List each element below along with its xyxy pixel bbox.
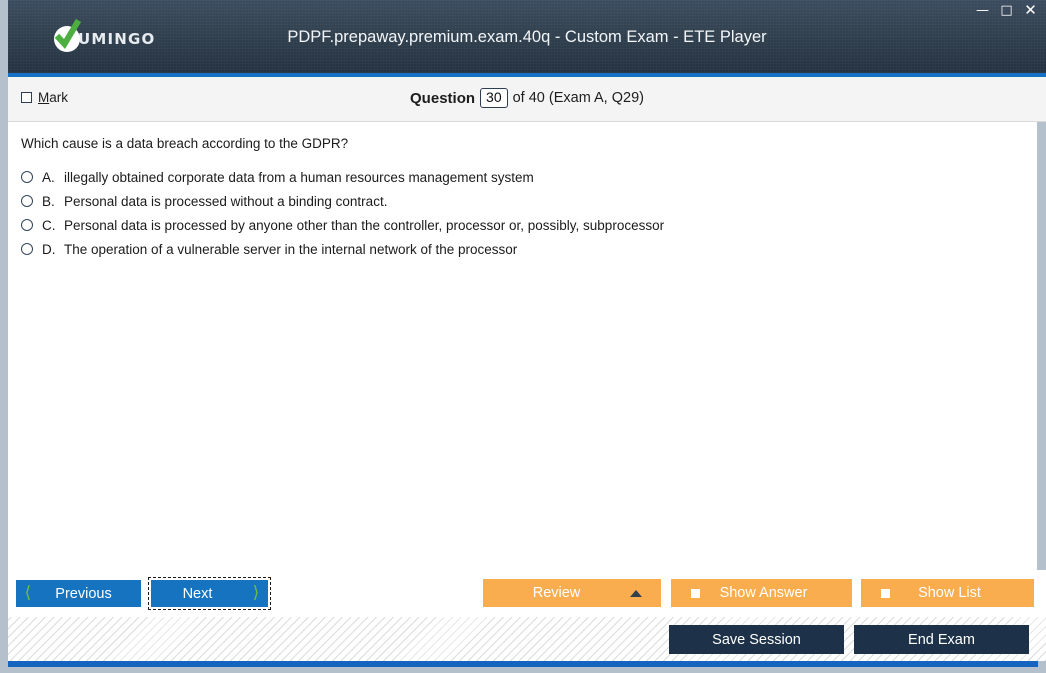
question-header-bar: Mark Question 30 of 40 (Exam A, Q29) xyxy=(8,77,1046,122)
option-letter: B. xyxy=(42,193,55,209)
window-title: PDPF.prepaway.premium.exam.40q - Custom … xyxy=(287,28,767,46)
answer-option[interactable]: A. illegally obtained corporate data fro… xyxy=(21,165,1001,189)
app-window: UMINGO PDPF.prepaway.premium.exam.40q - … xyxy=(0,0,1046,673)
logo-text: UMINGO xyxy=(78,30,156,48)
option-letter: A. xyxy=(42,169,55,185)
close-icon[interactable]: ✕ xyxy=(1023,3,1038,18)
minimize-icon[interactable]: — xyxy=(975,4,990,17)
chevron-left-icon: ⟨ xyxy=(24,583,32,603)
question-total-label: of 40 (Exam A, Q29) xyxy=(512,90,644,106)
option-letter: C. xyxy=(42,217,56,233)
action-bar: ⟨ Previous Next ⟩ Review Show Answer Sho… xyxy=(8,570,1046,617)
question-content-pane: Which cause is a data breach according t… xyxy=(8,122,1037,570)
answer-radio[interactable] xyxy=(21,243,33,255)
question-number-input[interactable]: 30 xyxy=(480,88,508,108)
answer-radio[interactable] xyxy=(21,195,33,207)
show-answer-button[interactable]: Show Answer xyxy=(671,579,852,607)
option-text: Personal data is processed by anyone oth… xyxy=(64,217,665,233)
content-right-gutter xyxy=(1037,122,1046,570)
show-answer-button-label: Show Answer xyxy=(719,585,808,601)
status-bar: Save Session End Exam xyxy=(8,617,1046,661)
chevron-right-icon: ⟩ xyxy=(252,583,260,603)
app-logo: UMINGO xyxy=(54,19,156,54)
review-button-label: Review xyxy=(532,585,581,601)
end-exam-button-label: End Exam xyxy=(908,631,975,648)
title-bar: UMINGO PDPF.prepaway.premium.exam.40q - … xyxy=(8,0,1046,73)
bottom-accent-bar xyxy=(8,661,1038,667)
question-counter: Question 30 of 40 (Exam A, Q29) xyxy=(8,88,1046,108)
question-stem: Which cause is a data breach according t… xyxy=(21,136,349,151)
option-text: illegally obtained corporate data from a… xyxy=(64,169,534,185)
option-letter: D. xyxy=(42,241,56,257)
next-button[interactable]: Next ⟩ xyxy=(148,577,271,610)
answer-option[interactable]: D. The operation of a vulnerable server … xyxy=(21,237,1001,261)
list-square-icon xyxy=(880,587,891,599)
save-session-button-label: Save Session xyxy=(712,631,801,648)
show-list-button-label: Show List xyxy=(918,585,981,601)
review-button[interactable]: Review xyxy=(483,579,661,607)
question-word-label: Question xyxy=(410,89,476,107)
option-text: Personal data is processed without a bin… xyxy=(64,193,388,209)
answer-options-list: A. illegally obtained corporate data fro… xyxy=(21,165,1001,261)
previous-button-label: Previous xyxy=(55,585,112,602)
answer-radio[interactable] xyxy=(21,171,33,183)
chevron-up-icon xyxy=(630,589,642,597)
answer-radio[interactable] xyxy=(21,219,33,231)
answer-square-icon xyxy=(690,587,701,599)
maximize-icon[interactable]: □ xyxy=(999,4,1014,17)
previous-button[interactable]: ⟨ Previous xyxy=(16,580,141,607)
vumingo-check-icon xyxy=(54,19,82,52)
answer-option[interactable]: B. Personal data is processed without a … xyxy=(21,189,1001,213)
answer-option[interactable]: C. Personal data is processed by anyone … xyxy=(21,213,1001,237)
end-exam-button[interactable]: End Exam xyxy=(854,625,1029,654)
next-button-label: Next xyxy=(182,585,213,602)
option-text: The operation of a vulnerable server in … xyxy=(64,241,518,257)
show-list-button[interactable]: Show List xyxy=(861,579,1034,607)
save-session-button[interactable]: Save Session xyxy=(669,625,844,654)
window-controls: — □ ✕ xyxy=(975,3,1038,18)
